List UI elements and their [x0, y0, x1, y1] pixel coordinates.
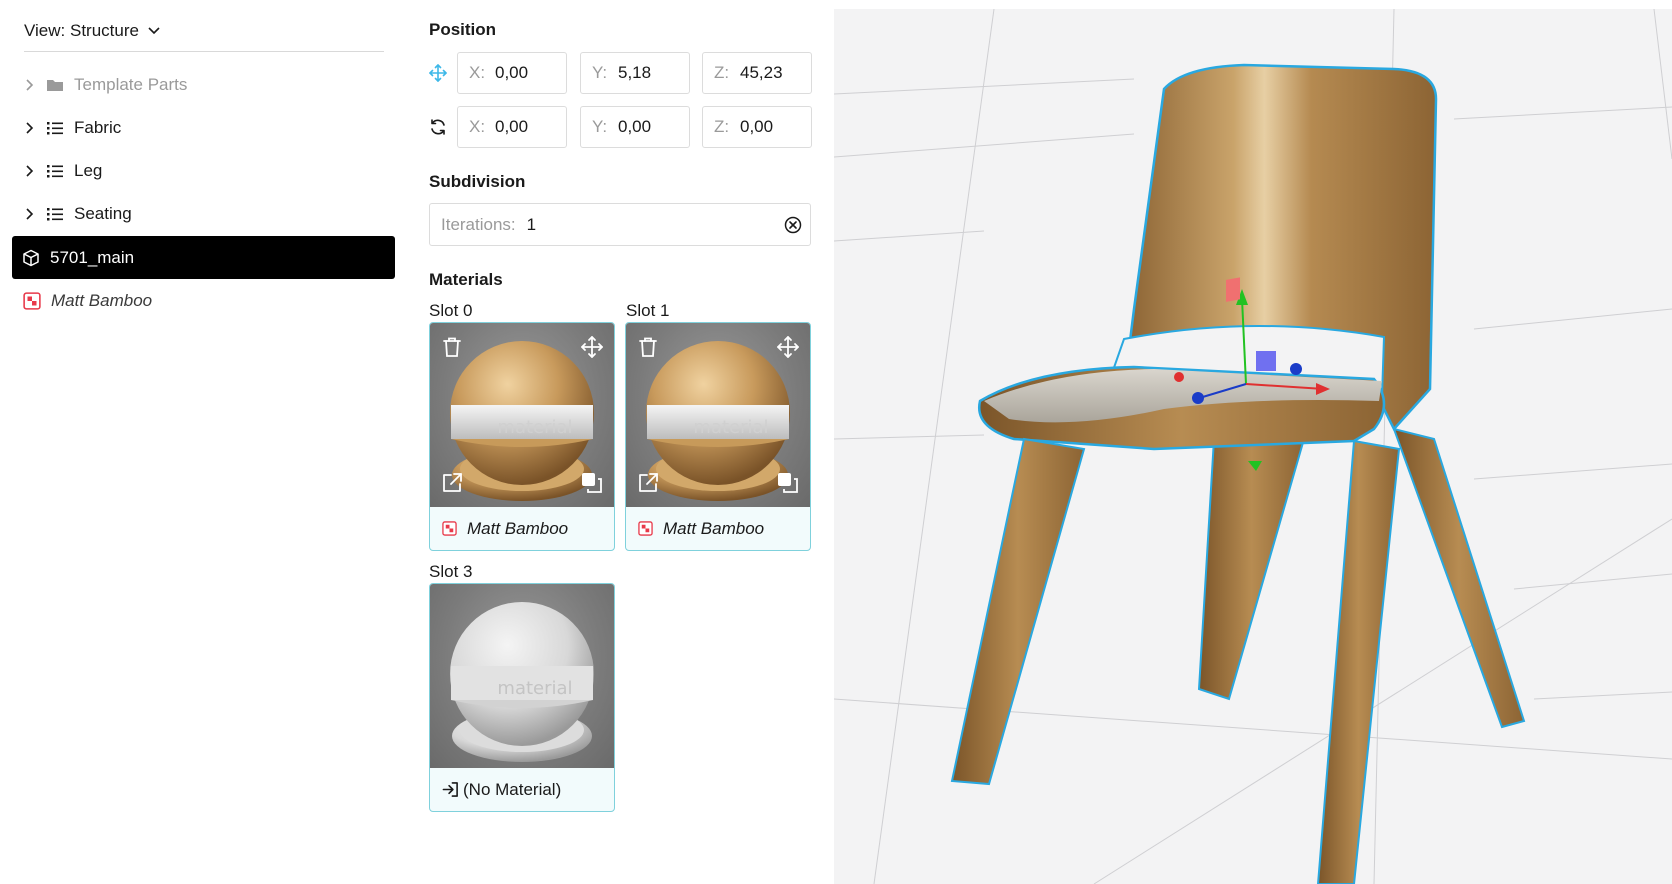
rotate-row: X: 0,00 Y: 0,00 Z: 0,00	[429, 106, 814, 148]
trash-icon[interactable]	[440, 335, 464, 359]
rotate-x-value: 0,00	[495, 117, 529, 136]
view-selector-dropdown[interactable]: View: Structure	[24, 18, 161, 44]
iterations-value: 1	[526, 214, 537, 234]
rotate-z-field[interactable]: Z: 0,00	[702, 106, 812, 148]
slot-0-card[interactable]: material Matt Bamboo	[429, 322, 615, 551]
move-icon[interactable]	[580, 335, 604, 359]
subdivision-section-title: Subdivision	[429, 172, 526, 191]
front-right-leg	[1316, 439, 1401, 884]
view-selector-label: View: Structure	[24, 21, 139, 40]
folder-icon	[47, 79, 63, 91]
tree-item-fabric[interactable]: Fabric	[12, 106, 395, 149]
tree-item-label: Seating	[74, 203, 132, 223]
rotate-y-value: 0,00	[618, 117, 652, 136]
axis-label: X:	[469, 117, 486, 136]
position-section-title: Position	[429, 20, 497, 39]
translate-x-field[interactable]: X: 0,00	[457, 52, 567, 94]
3d-viewport[interactable]	[834, 9, 1672, 884]
axis-label: X:	[469, 63, 486, 82]
move-icon[interactable]	[776, 335, 800, 359]
translate-row: X: 0,00 Y: 5,18 Z: 45,23	[429, 52, 814, 94]
material-icon	[442, 521, 457, 536]
back-left-leg	[1197, 438, 1306, 701]
assign-material-icon	[442, 782, 458, 797]
material-preview-bamboo: material	[626, 323, 810, 507]
tree-item-label: 5701_main	[50, 247, 135, 267]
translate-z-value: 45,23	[740, 63, 783, 82]
tree-item-label: Template Parts	[74, 74, 188, 94]
chair-model-render[interactable]	[834, 9, 1672, 884]
front-left-leg	[950, 437, 1086, 786]
slot-3-label: Slot 3	[429, 562, 473, 581]
rotate-y-field[interactable]: Y: 0,00	[580, 106, 690, 148]
rotate-icon	[431, 119, 445, 135]
rotate-z-value: 0,00	[740, 117, 774, 136]
iterations-label: Iterations:	[441, 214, 516, 234]
list-icon	[47, 207, 63, 220]
chevron-right-icon[interactable]	[24, 164, 36, 177]
slot-1-footer: Matt Bamboo	[626, 507, 810, 550]
preview-watermark: material	[693, 417, 768, 438]
chevron-right-icon[interactable]	[24, 78, 36, 91]
iterations-field[interactable]: Iterations: 1	[429, 203, 811, 246]
open-external-icon[interactable]	[440, 471, 464, 495]
duplicate-icon[interactable]	[580, 471, 604, 495]
list-icon	[47, 164, 63, 177]
slot-0-material-name: Matt Bamboo	[467, 518, 569, 538]
preview-watermark: material	[497, 678, 572, 699]
translate-z-field[interactable]: Z: 45,23	[702, 52, 812, 94]
chevron-right-icon[interactable]	[24, 121, 36, 134]
tree-item-leg[interactable]: Leg	[12, 149, 395, 192]
tree-item-5701-main[interactable]: 5701_main	[12, 236, 395, 279]
tree-item-label: Fabric	[74, 117, 122, 137]
slot-1-material-name: Matt Bamboo	[663, 518, 765, 538]
material-ball-image: material	[450, 602, 594, 762]
open-external-icon[interactable]	[636, 471, 660, 495]
axis-label: Y:	[592, 117, 608, 136]
tree-item-matt-bamboo[interactable]: Matt Bamboo	[12, 279, 395, 322]
slot-1-label: Slot 1	[626, 301, 670, 320]
clear-icon[interactable]	[784, 216, 802, 234]
material-icon	[23, 291, 41, 310]
structure-tree-panel: View: Structure Template Parts Fabric Le…	[0, 0, 420, 884]
tree-item-label: Matt Bamboo	[51, 290, 153, 310]
axis-label: Z:	[714, 117, 730, 136]
translate-y-field[interactable]: Y: 5,18	[580, 52, 690, 94]
tree-item-template-parts[interactable]: Template Parts	[12, 63, 395, 106]
trash-icon[interactable]	[636, 335, 660, 359]
chevron-right-icon[interactable]	[24, 207, 36, 220]
slot-1-card[interactable]: material Matt Bamboo	[625, 322, 811, 551]
move-icon	[429, 64, 447, 82]
translate-x-value: 0,00	[495, 63, 529, 82]
axis-label: Z:	[714, 63, 730, 82]
slot-3-material-name: (No Material)	[463, 779, 562, 799]
translate-y-value: 5,18	[618, 63, 652, 82]
material-preview-bamboo: material	[430, 323, 614, 507]
materials-section-title: Materials	[429, 270, 503, 289]
slot-3-card[interactable]: material (No Material)	[429, 583, 615, 812]
slot-0-label: Slot 0	[429, 301, 473, 320]
chevron-down-icon	[148, 27, 160, 35]
material-preview-none: material	[430, 584, 614, 768]
list-icon	[47, 121, 63, 134]
tree-item-seating[interactable]: Seating	[12, 192, 395, 235]
axis-label: Y:	[592, 63, 608, 82]
duplicate-icon[interactable]	[776, 471, 800, 495]
tree-item-label: Leg	[74, 160, 103, 180]
properties-panel: Position X: 0,00 Y: 5,18 Z: 45,23 X: 0,0…	[429, 0, 814, 884]
divider	[24, 51, 384, 52]
slot-3-footer[interactable]: (No Material)	[430, 768, 614, 811]
cube-icon	[23, 249, 39, 266]
preview-watermark: material	[497, 417, 572, 438]
material-icon	[638, 521, 653, 536]
slot-0-footer: Matt Bamboo	[430, 507, 614, 550]
rotate-x-field[interactable]: X: 0,00	[457, 106, 567, 148]
